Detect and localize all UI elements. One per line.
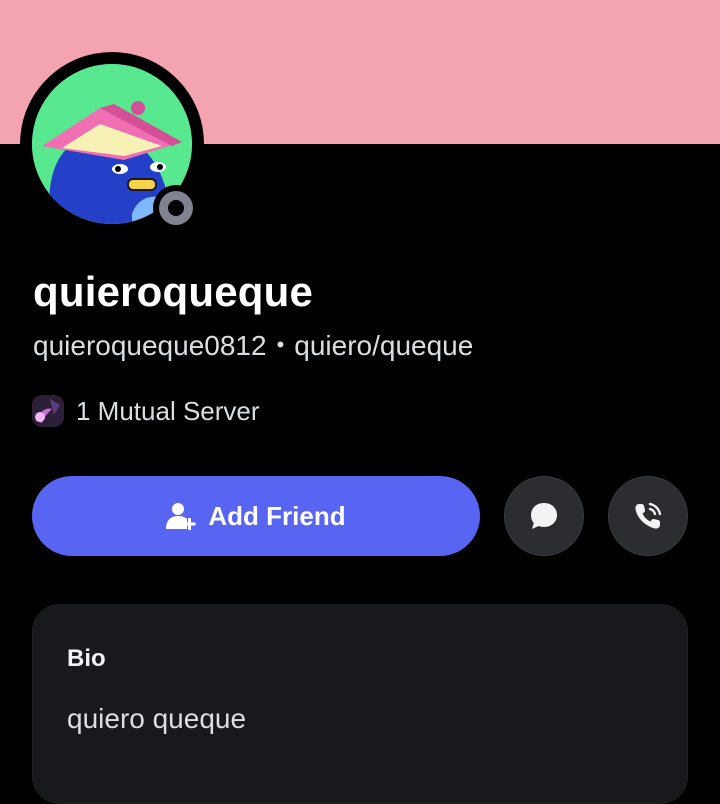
message-button[interactable] <box>504 476 584 556</box>
phone-call-icon <box>635 502 662 529</box>
mutual-servers[interactable]: 1 Mutual Server <box>32 394 260 428</box>
pronouns: quiero/queque <box>294 330 474 361</box>
add-friend-label: Add Friend <box>208 500 346 531</box>
bio-text: quiero queque <box>67 703 247 734</box>
username: quieroqueque0812 <box>33 330 267 361</box>
server-icon <box>32 395 64 427</box>
status-indicator <box>153 185 199 231</box>
call-button[interactable] <box>608 476 688 556</box>
offline-status-icon <box>159 191 193 225</box>
add-friend-button[interactable]: Add Friend <box>32 476 480 556</box>
separator-dot: • <box>276 332 285 357</box>
username-line: quieroqueque0812 • quiero/queque <box>33 330 473 362</box>
chat-bubble-icon <box>531 503 557 529</box>
bio-title: Bio <box>67 645 106 672</box>
avatar-frame <box>20 52 204 236</box>
status-hole <box>168 200 184 216</box>
display-name: quieroqueque <box>33 268 314 315</box>
mutual-servers-label: 1 Mutual Server <box>76 395 260 426</box>
bio-card: Bio quiero queque <box>32 604 688 804</box>
person-add-icon <box>166 503 196 530</box>
